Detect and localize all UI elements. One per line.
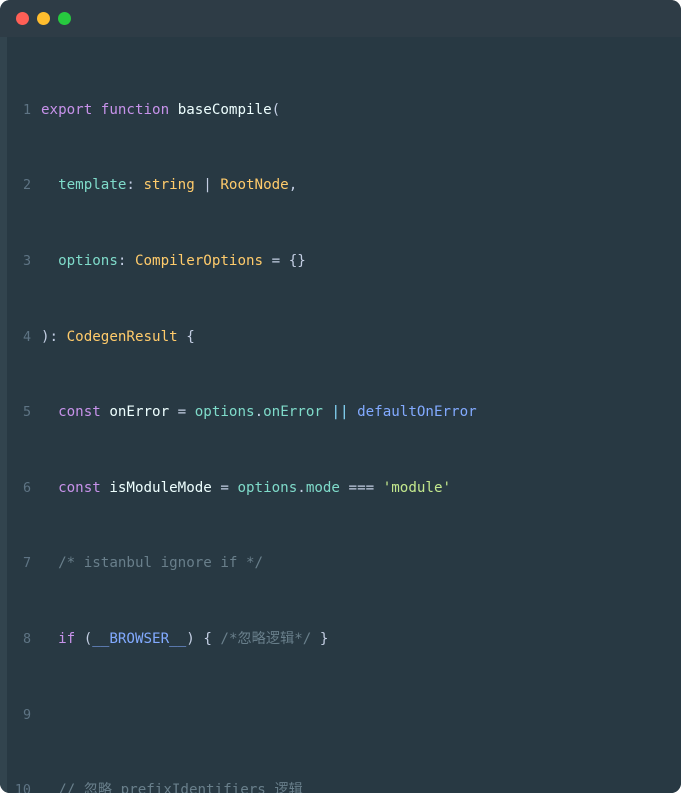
line-number: 9: [22, 707, 31, 723]
line-number: 7: [22, 556, 31, 572]
token-punctuation: ):: [41, 328, 67, 345]
code-line[interactable]: 2 template: string | RootNode,: [0, 176, 681, 195]
token-property: mode: [305, 479, 340, 496]
token-punctuation: {}: [288, 252, 306, 269]
token-type: RootNode: [220, 177, 289, 194]
token-comment: /* istanbul ignore if */: [41, 555, 264, 572]
token-comment: /*忽略逻辑*/: [220, 630, 312, 647]
line-number: 6: [22, 480, 31, 496]
token-type: CodegenResult: [66, 328, 178, 345]
line-number: 2: [22, 178, 31, 194]
line-number: 1: [22, 102, 31, 118]
code-line[interactable]: 1 export function baseCompile(: [0, 101, 681, 120]
code-line[interactable]: 7 /* istanbul ignore if */: [0, 554, 681, 573]
token-property: onError: [263, 404, 323, 421]
token-keyword: const: [41, 479, 101, 496]
code-line[interactable]: 10 // 忽略 prefixIdentifiers 逻辑: [0, 781, 681, 793]
code-editor-window: 1 export function baseCompile( 2 template…: [0, 0, 681, 793]
token-punctuation: (: [271, 101, 281, 118]
line-number: 10: [14, 783, 31, 793]
line-number: 8: [22, 631, 31, 647]
token-object: options: [237, 479, 298, 496]
token-function-name: baseCompile: [177, 101, 272, 118]
token-identifier: __BROWSER__: [92, 630, 187, 647]
token-operator: =: [169, 404, 195, 421]
token-comment: // 忽略 prefixIdentifiers 逻辑: [41, 782, 303, 793]
token-punctuation: =: [263, 252, 289, 269]
token-punctuation: .: [254, 404, 264, 421]
token-punctuation: }: [311, 630, 329, 647]
token-variable: isModuleMode: [100, 479, 212, 496]
window-titlebar: [0, 0, 681, 37]
token-keyword: function: [100, 101, 170, 118]
token-operator: =: [211, 479, 238, 496]
line-number: 5: [22, 405, 31, 421]
code-line[interactable]: 4): CodegenResult {: [0, 328, 681, 347]
token-punctuation: ,: [288, 177, 298, 194]
line-number: 3: [22, 253, 31, 269]
close-button[interactable]: [16, 12, 29, 25]
code-lines[interactable]: 1 export function baseCompile( 2 template…: [0, 44, 681, 793]
token-param: options: [41, 252, 118, 269]
code-line[interactable]: 5 const onError = options.onError || def…: [0, 403, 681, 422]
token-identifier: defaultOnError: [357, 404, 477, 421]
token-object: options: [194, 404, 255, 421]
token-type: CompilerOptions: [134, 252, 264, 269]
code-line[interactable]: 9: [0, 706, 681, 725]
token-punctuation: :: [117, 252, 135, 269]
code-line[interactable]: 6 const isModuleMode = options.mode === …: [0, 479, 681, 498]
token-keyword: export: [41, 101, 93, 118]
line-number: 4: [22, 329, 31, 345]
token-keyword: if: [41, 630, 76, 647]
maximize-button[interactable]: [58, 12, 71, 25]
token-param: template: [41, 177, 127, 194]
token-punctuation: {: [177, 328, 195, 345]
token-operator: ||: [322, 404, 358, 421]
token-variable: onError: [100, 404, 170, 421]
token-punctuation: |: [194, 177, 221, 194]
token-punctuation: :: [126, 177, 144, 194]
code-editor-area[interactable]: 1 export function baseCompile( 2 template…: [0, 37, 681, 793]
token-type: string: [143, 177, 195, 194]
code-line[interactable]: 8 if (__BROWSER__) { /*忽略逻辑*/ }: [0, 630, 681, 649]
token-operator: ===: [339, 479, 383, 496]
token-string: 'module': [382, 479, 452, 496]
minimize-button[interactable]: [37, 12, 50, 25]
code-line[interactable]: 3 options: CompilerOptions = {}: [0, 252, 681, 271]
token-keyword: const: [41, 404, 101, 421]
token-punctuation: (: [75, 630, 93, 647]
token-punctuation: .: [297, 479, 306, 496]
token-punctuation: ) {: [186, 630, 221, 647]
